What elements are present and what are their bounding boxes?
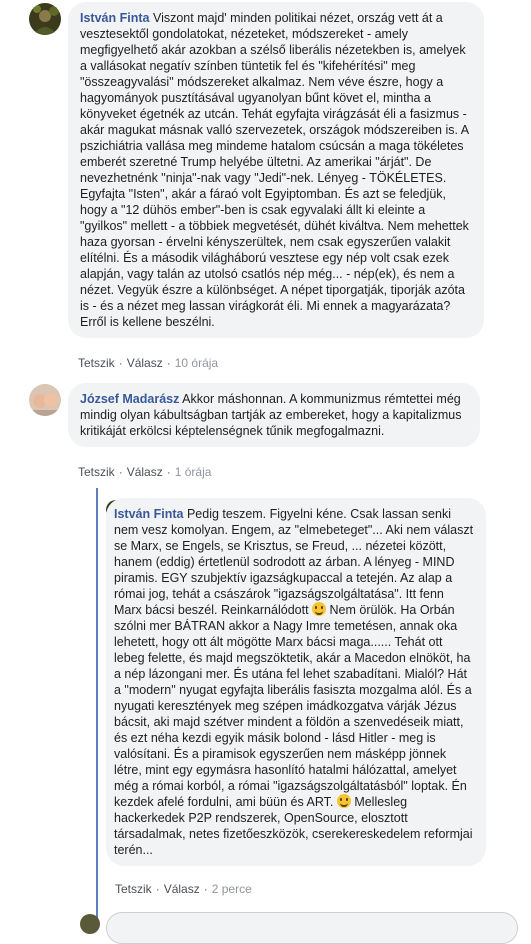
reply-link[interactable]: Válasz	[164, 882, 200, 896]
comment-actions: Tetszik · Válasz · 10 órája	[78, 356, 219, 370]
reply-link[interactable]: Válasz	[127, 465, 163, 479]
avatar[interactable]	[29, 384, 61, 416]
comment-bubble: István Finta Viszont majd' minden politi…	[68, 2, 484, 338]
smile-emoji-icon	[312, 602, 327, 616]
reply-link[interactable]: Válasz	[127, 356, 163, 370]
avatar[interactable]	[29, 3, 61, 35]
comment-author[interactable]: István Finta	[80, 11, 149, 25]
comment-actions: Tetszik · Válasz · 1 órája	[78, 465, 212, 479]
comment-bubble: István Finta Pedig teszem. Figyelni kéne…	[106, 498, 486, 866]
avatar-photo-icon	[29, 384, 61, 416]
comment-text-part: Nem örülök. Ha Orbán szólni mer BÁTRAN a…	[114, 603, 472, 809]
comment-time[interactable]: 2 perce	[212, 882, 252, 896]
comment-time[interactable]: 1 órája	[175, 465, 212, 479]
comment-time[interactable]: 10 órája	[175, 356, 218, 370]
smile-emoji-icon	[336, 794, 351, 808]
comment-actions: Tetszik · Válasz · 2 perce	[115, 882, 252, 896]
avatar-photo-icon	[29, 3, 61, 35]
comment-text-part: Pedig teszem. Figyelni kéne. Csak lassan…	[114, 507, 474, 617]
like-link[interactable]: Tetszik	[78, 356, 115, 370]
reply-input[interactable]	[106, 912, 518, 944]
comment-text: Viszont majd' minden politikai nézet, or…	[80, 11, 469, 329]
comment-bubble: József Madarász Akkor máshonnan. A kommu…	[68, 383, 480, 447]
reply-thread-line	[96, 488, 98, 921]
like-link[interactable]: Tetszik	[78, 465, 115, 479]
comment-author[interactable]: József Madarász	[80, 392, 179, 406]
comment-author[interactable]: István Finta	[114, 507, 183, 521]
avatar	[80, 914, 100, 934]
like-link[interactable]: Tetszik	[115, 882, 152, 896]
